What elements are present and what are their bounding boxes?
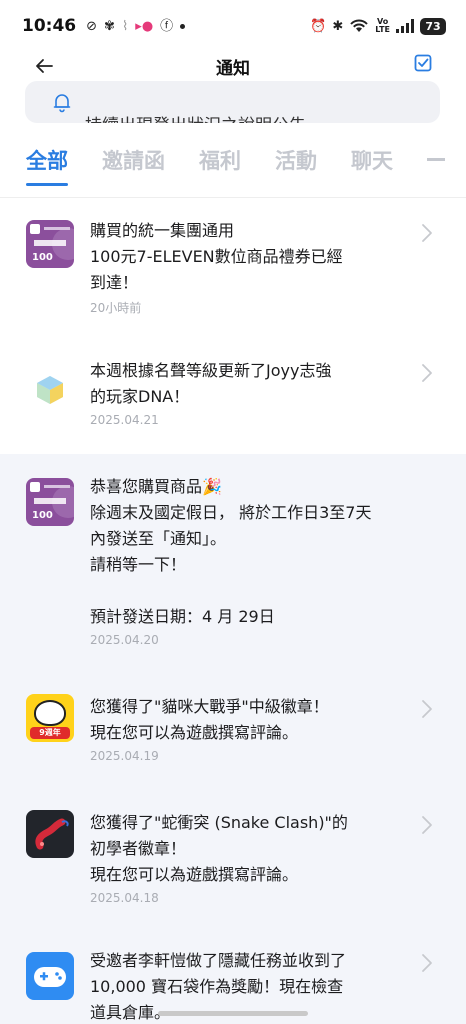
notification-time: 2025.04.21 (90, 413, 159, 427)
cat-game-icon: 9週年 (26, 694, 74, 742)
voucher-amount: 100 (32, 252, 53, 263)
chevron-right-icon (422, 700, 432, 718)
voucher-icon: 100 (26, 220, 74, 268)
tab-overflow[interactable] (427, 158, 445, 161)
chevron-right-icon (422, 816, 432, 834)
announcement-banner[interactable]: 持續出現登出狀況之說明公告 (25, 81, 440, 123)
check-circle-icon: ⊘ (86, 18, 98, 34)
notification-text: 購買的統一集團通用 100元7-ELEVEN數位商品禮券已經 到達！ (90, 221, 343, 292)
tab-benefits[interactable]: 福利 (199, 145, 241, 187)
volte-indicator: Vo LTE (375, 18, 390, 34)
category-tabs: 全部 邀請函 福利 活動 聊天 (26, 145, 445, 187)
notification-item[interactable]: 本週根據名聲等級更新了Joyy志強 的玩家DNA！ 2025.04.21 (0, 326, 466, 454)
system-icons: ⏰ ✱ Vo LTE 73 (310, 17, 446, 35)
notification-item[interactable]: 您獲得了"蛇衝突 (Snake Clash)"的 初學者徽章！ 現在您可以為遊戲… (0, 782, 466, 928)
notification-item[interactable]: 100 購買的統一集團通用 100元7-ELEVEN數位商品禮券已經 到達！ 2… (0, 198, 466, 326)
clock: 10:46 (22, 16, 77, 36)
chevron-right-icon (422, 954, 432, 972)
dna-cube-icon (26, 366, 74, 414)
notification-text: 您獲得了"蛇衝突 (Snake Clash)"的 初學者徽章！ 現在您可以為遊戲… (90, 813, 348, 884)
app-icon: ⌇ (121, 18, 129, 34)
gamepad-icon (26, 952, 74, 1000)
controller-icon (34, 967, 66, 987)
notification-item[interactable]: 100 恭喜您購買商品🎉 除週末及國定假日， 將於工作日3至7天 內發送至「通知… (0, 454, 466, 666)
page-title: 通知 (216, 58, 250, 79)
notification-time: 20小時前 (90, 301, 142, 315)
battery-indicator: 73 (420, 17, 446, 35)
voucher-amount: 100 (32, 510, 53, 521)
anniversary-badge: 9週年 (30, 727, 70, 739)
notification-item[interactable]: 9週年 您獲得了"貓咪大戰爭"中級徽章！ 現在您可以為遊戲撰寫評論。 2025.… (0, 666, 466, 782)
signal-icon (396, 19, 414, 33)
wifi-icon (350, 19, 369, 32)
alarm-icon: ⏰ (310, 18, 327, 34)
maple-leaf-icon: ✾ (104, 18, 115, 34)
snake-icon (35, 818, 69, 850)
notification-time: 2025.04.20 (90, 633, 159, 647)
more-dot-icon (180, 23, 186, 29)
voucher-icon: 100 (26, 478, 74, 526)
bell-icon (53, 94, 71, 113)
chevron-right-icon (422, 224, 432, 242)
notification-text: 您獲得了"貓咪大戰爭"中級徽章！ 現在您可以為遊戲撰寫評論。 (90, 697, 329, 742)
tab-chat[interactable]: 聊天 (351, 145, 393, 187)
media-icon: ▸● (135, 18, 154, 34)
cube-icon (37, 376, 63, 404)
notification-item[interactable]: 受邀者李軒愷做了隱藏任務並收到了 10,000 寶石袋作為獎勵！現在檢查 道具倉… (0, 928, 466, 1024)
notification-text: 本週根據名聲等級更新了Joyy志強 的玩家DNA！ (90, 361, 332, 406)
back-button[interactable] (32, 54, 56, 78)
home-indicator[interactable] (158, 1011, 308, 1016)
notification-time: 2025.04.19 (90, 749, 159, 763)
volte-bottom: LTE (375, 25, 390, 34)
mark-all-read-button[interactable] (414, 54, 436, 76)
tab-all[interactable]: 全部 (26, 145, 68, 187)
checkbox-check-icon (414, 54, 432, 72)
facebook-icon: ⓕ (160, 18, 174, 34)
chevron-right-icon (422, 364, 432, 382)
snake-game-icon (26, 810, 74, 858)
announcement-text: 持續出現登出狀況之說明公告 (85, 111, 306, 123)
tab-invitations[interactable]: 邀請函 (102, 145, 165, 187)
notification-icons: ⊘ ✾ ⌇ ▸● ⓕ (86, 18, 186, 34)
notification-time: 2025.04.18 (90, 891, 159, 905)
arrow-left-icon (36, 59, 53, 73)
tab-events[interactable]: 活動 (275, 145, 317, 187)
bluetooth-icon: ✱ (332, 18, 344, 34)
notification-text: 恭喜您購買商品🎉 除週末及國定假日， 將於工作日3至7天 內發送至「通知」。 請… (90, 477, 372, 626)
